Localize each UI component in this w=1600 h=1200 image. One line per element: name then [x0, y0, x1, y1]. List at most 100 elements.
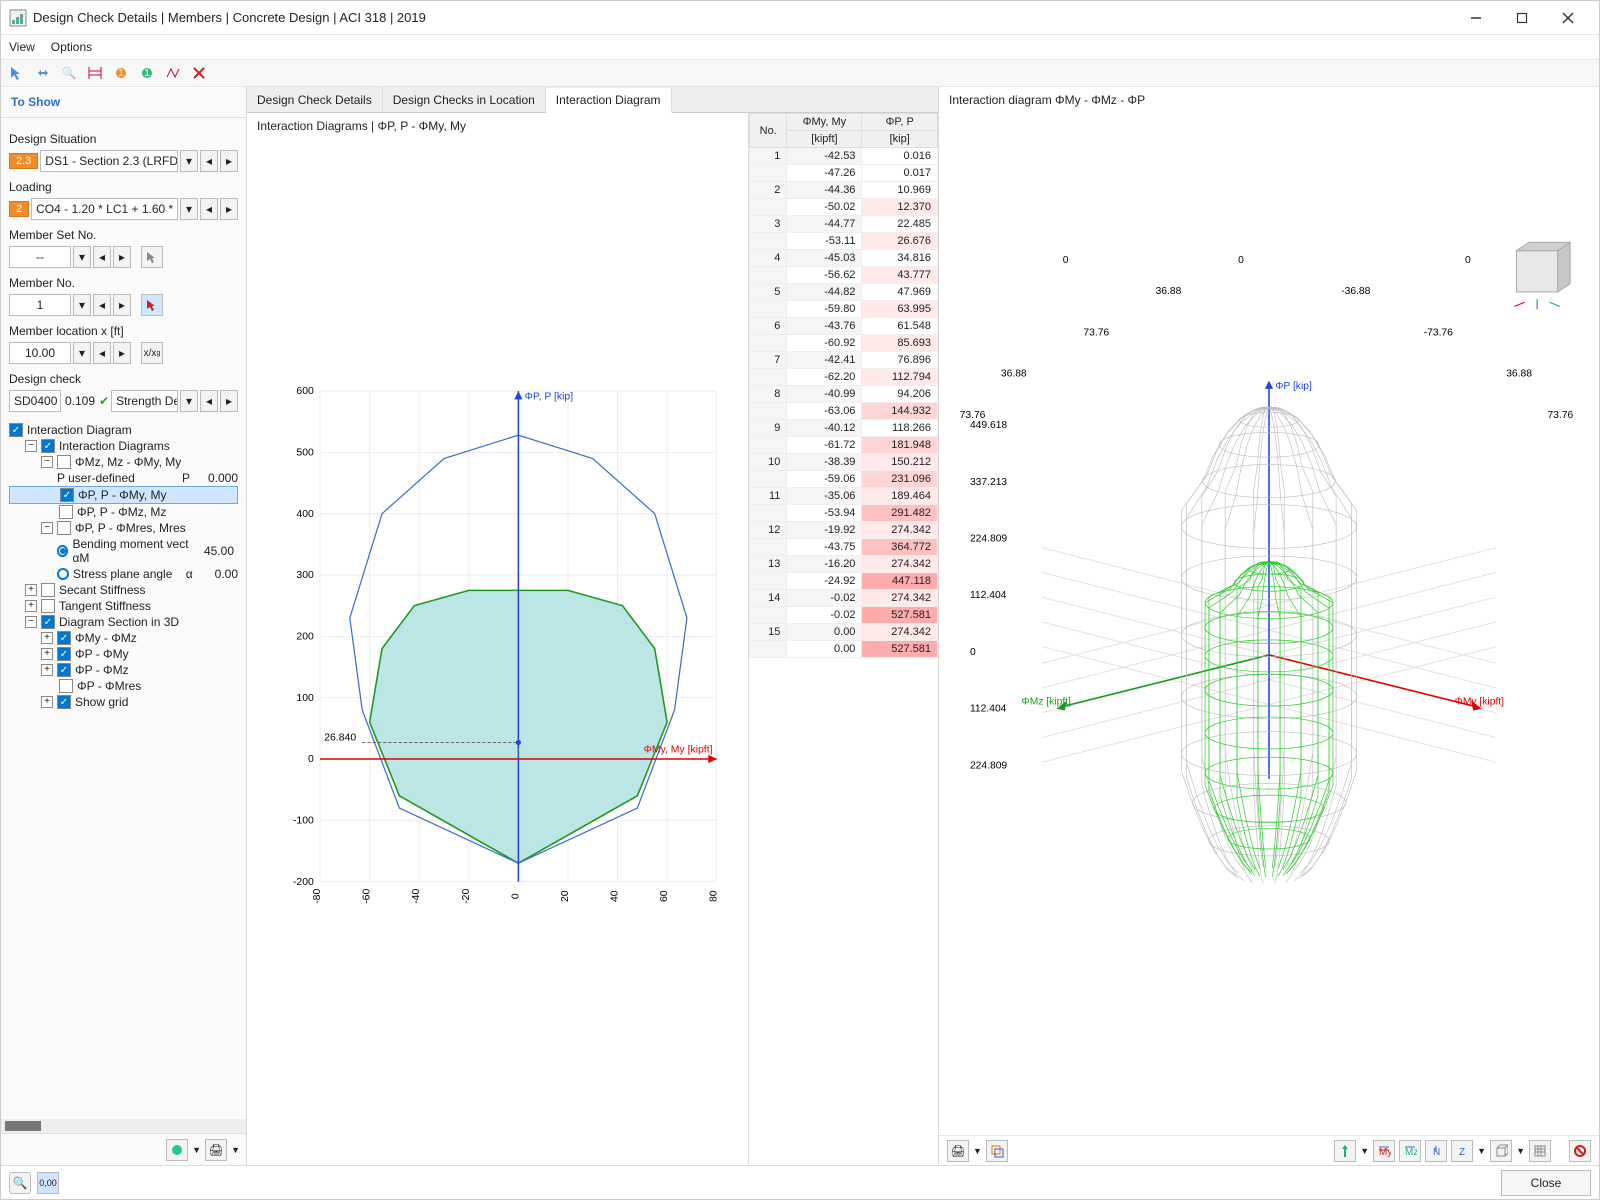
- pick-icon[interactable]: [141, 246, 163, 268]
- bending-val: 45.00: [204, 544, 238, 558]
- tab-interaction-diagram[interactable]: Interaction Diagram: [546, 88, 672, 113]
- design-situation-dropdown[interactable]: DS1 - Section 2.3 (LRFD), 1. to 5.: [40, 150, 178, 172]
- collapse-icon[interactable]: −: [25, 616, 37, 628]
- memberloc-value[interactable]: 10.00: [9, 342, 71, 364]
- tb-result-icon[interactable]: [163, 63, 183, 83]
- expand-icon[interactable]: +: [41, 696, 53, 708]
- showgrid-check[interactable]: ✓: [57, 695, 71, 709]
- chevron-down-icon[interactable]: ▾: [180, 198, 198, 220]
- collapse-icon[interactable]: −: [41, 522, 53, 534]
- prev-button[interactable]: ◂: [200, 198, 218, 220]
- memberno-value[interactable]: 1: [9, 294, 71, 316]
- chevron-down-icon[interactable]: ▾: [73, 294, 91, 316]
- search-footer-icon[interactable]: 🔍: [9, 1172, 31, 1194]
- expand-icon[interactable]: +: [41, 648, 53, 660]
- p-mz-check[interactable]: [59, 505, 73, 519]
- left-scrollbar[interactable]: [1, 1119, 246, 1133]
- tab-design-check-details[interactable]: Design Check Details: [247, 87, 383, 112]
- svg-text:200: 200: [296, 631, 314, 642]
- next-button[interactable]: ▸: [113, 294, 131, 316]
- tb-force1-icon[interactable]: 1: [111, 63, 131, 83]
- expand-icon[interactable]: +: [41, 632, 53, 644]
- close-button[interactable]: [1545, 3, 1591, 33]
- view3d[interactable]: 73.7636.880-36.88-73.7636.8836.8873.7673…: [939, 113, 1599, 1135]
- svg-text:337.213: 337.213: [970, 477, 1007, 488]
- my-mz-check[interactable]: ✓: [57, 631, 71, 645]
- axis-arrow-icon[interactable]: [1334, 1140, 1356, 1162]
- expand-icon[interactable]: +: [25, 600, 37, 612]
- p-my2-check[interactable]: ✓: [57, 647, 71, 661]
- print3d-icon[interactable]: 🖨: [947, 1140, 969, 1162]
- next-button[interactable]: ▸: [220, 198, 238, 220]
- secant-check[interactable]: [41, 583, 55, 597]
- tangent-check[interactable]: [41, 599, 55, 613]
- prev-button[interactable]: ◂: [93, 342, 111, 364]
- tb-pan-icon[interactable]: [33, 63, 53, 83]
- svg-text:400: 400: [296, 509, 314, 520]
- next-button[interactable]: ▸: [220, 150, 238, 172]
- xxg-icon[interactable]: x/xg: [141, 342, 163, 364]
- wire-icon[interactable]: [1529, 1140, 1551, 1162]
- mz-axis-icon[interactable]: Mz: [1399, 1140, 1421, 1162]
- cube-icon[interactable]: [1490, 1140, 1512, 1162]
- copy3d-icon[interactable]: [986, 1140, 1008, 1162]
- chevron-down-icon[interactable]: ▾: [73, 246, 91, 268]
- memberset-value[interactable]: --: [9, 246, 71, 268]
- minimize-button[interactable]: [1453, 3, 1499, 33]
- tb-delete-icon[interactable]: [189, 63, 209, 83]
- n-axis-icon[interactable]: N: [1425, 1140, 1447, 1162]
- loading-dropdown[interactable]: CO4 - 1.20 * LC1 + 1.60 * LC2 + ...: [31, 198, 178, 220]
- menu-view[interactable]: View: [9, 40, 35, 54]
- p-mres2-check[interactable]: [59, 679, 73, 693]
- reset3d-icon[interactable]: [1569, 1140, 1591, 1162]
- tb-force2-icon[interactable]: 1: [137, 63, 157, 83]
- designcheck-num: 0.109: [63, 394, 97, 408]
- chevron-down-icon[interactable]: ▾: [180, 150, 198, 172]
- svg-text:-80: -80: [312, 889, 323, 904]
- next-button[interactable]: ▸: [220, 390, 238, 412]
- prev-button[interactable]: ◂: [93, 294, 111, 316]
- interaction-diagram-checkbox[interactable]: ✓: [9, 423, 23, 437]
- tb-cursor-icon[interactable]: [7, 63, 27, 83]
- p-mres-check[interactable]: [57, 521, 71, 535]
- z-axis-icon[interactable]: Z: [1451, 1140, 1473, 1162]
- diagram3d-check[interactable]: ✓: [41, 615, 55, 629]
- ia-diagrams-check[interactable]: ✓: [41, 439, 55, 453]
- menu-options[interactable]: Options: [51, 40, 92, 54]
- pick-member-icon[interactable]: [141, 294, 163, 316]
- color-icon[interactable]: [166, 1139, 188, 1161]
- prev-button[interactable]: ◂: [200, 150, 218, 172]
- tree-label: Bending moment vect αM: [72, 537, 199, 565]
- p-mz2-check[interactable]: ✓: [57, 663, 71, 677]
- expand-icon[interactable]: +: [41, 664, 53, 676]
- close-button[interactable]: Close: [1501, 1170, 1591, 1196]
- my-axis-icon[interactable]: My: [1373, 1140, 1395, 1162]
- svg-text:ΦP [kip]: ΦP [kip]: [1275, 381, 1312, 392]
- designcheck-dropdown[interactable]: Strength Design | Ax...: [111, 390, 178, 412]
- next-button[interactable]: ▸: [113, 342, 131, 364]
- tree-label: Stress plane angle: [73, 567, 172, 581]
- print-icon[interactable]: 🖨: [205, 1139, 227, 1161]
- tb-zoom-icon[interactable]: 🔍: [59, 63, 79, 83]
- expand-icon[interactable]: +: [25, 584, 37, 596]
- next-button[interactable]: ▸: [113, 246, 131, 268]
- collapse-icon[interactable]: −: [41, 456, 53, 468]
- designcheck-label: Design check: [9, 372, 238, 386]
- units-footer-icon[interactable]: 0,00: [37, 1172, 59, 1194]
- check-ok-icon: ✔: [99, 394, 109, 408]
- svg-text:N: N: [1433, 1147, 1440, 1158]
- prev-button[interactable]: ◂: [93, 246, 111, 268]
- chevron-down-icon[interactable]: ▾: [180, 390, 198, 412]
- chevron-down-icon[interactable]: ▾: [73, 342, 91, 364]
- bending-radio[interactable]: [57, 545, 68, 557]
- stress-radio[interactable]: [57, 568, 69, 580]
- collapse-icon[interactable]: −: [25, 440, 37, 452]
- tab-design-checks-location[interactable]: Design Checks in Location: [383, 87, 546, 112]
- p-my-check[interactable]: ✓: [60, 488, 74, 502]
- menubar: View Options: [1, 35, 1599, 59]
- prev-button[interactable]: ◂: [200, 390, 218, 412]
- maximize-button[interactable]: [1499, 3, 1545, 33]
- tb-beam-icon[interactable]: [85, 63, 105, 83]
- mz-my-check[interactable]: [57, 455, 71, 469]
- data-table[interactable]: No.ΦMy, MyΦP, P[kipft][kip]1-42.530.016-…: [748, 113, 938, 1165]
